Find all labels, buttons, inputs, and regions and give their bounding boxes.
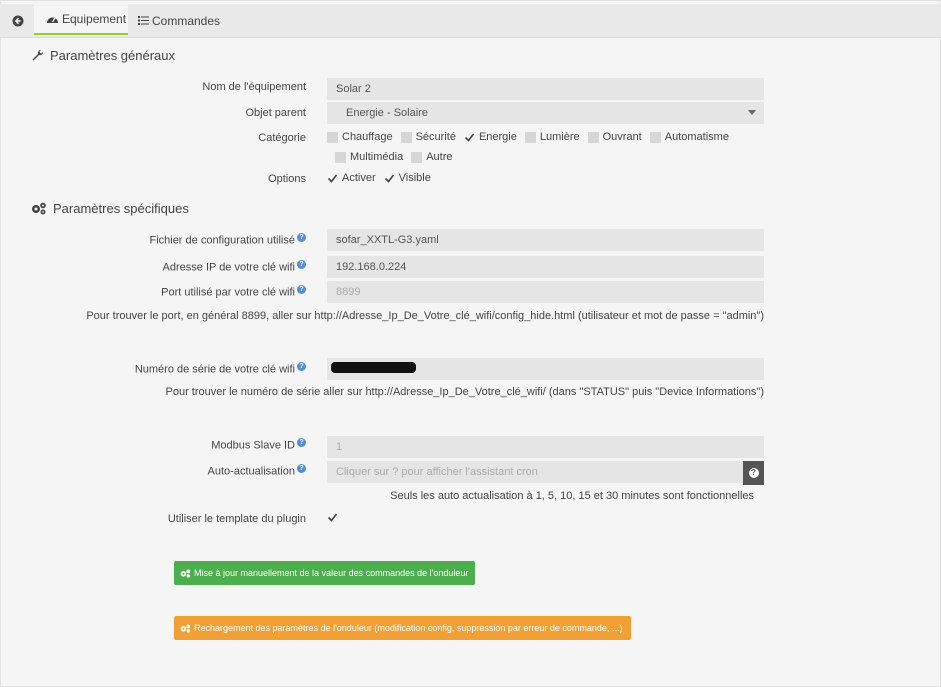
parent-select-value: Energie - Solaire <box>346 107 428 119</box>
question-icon[interactable]: ? <box>297 260 306 269</box>
category-label-chauffage: Chauffage <box>342 131 393 143</box>
checkmark-icon[interactable] <box>327 512 338 523</box>
question-icon[interactable]: ? <box>297 362 306 371</box>
category-label-energie: Energie <box>478 131 517 143</box>
checkmark-icon[interactable] <box>384 173 395 184</box>
question-icon[interactable]: ? <box>297 233 306 242</box>
name-field[interactable]: Solar 2 <box>327 78 764 100</box>
auto-note: Seuls les auto actualisation à 1, 5, 10,… <box>390 490 754 502</box>
category-label: Catégorie <box>258 132 306 144</box>
cron-help-button[interactable]: ? <box>743 461 764 485</box>
options-label: Options <box>268 173 306 185</box>
gears-icon <box>31 202 47 215</box>
question-circle-icon: ? <box>748 468 759 478</box>
category-chauffage[interactable]: Chauffage <box>327 131 393 143</box>
question-icon[interactable]: ? <box>297 285 306 294</box>
category-lumiere[interactable]: Lumière <box>524 131 580 143</box>
category-ouvrant[interactable]: Ouvrant <box>587 131 642 143</box>
category-energie[interactable]: Energie <box>464 131 517 143</box>
checkmark-icon[interactable] <box>327 173 338 184</box>
update-values-button[interactable]: Mise à jour manuellement de la valeur de… <box>174 561 475 585</box>
back-button[interactable] <box>5 4 31 37</box>
category-automatisme[interactable]: Automatisme <box>649 131 729 143</box>
port-label: Port utilisé par votre clé wifi? <box>161 285 306 299</box>
category-autre[interactable]: Autre <box>411 151 452 163</box>
general-title-text: Paramètres généraux <box>50 48 176 63</box>
update-button-label: Mise à jour manuellement de la valeur de… <box>194 568 469 578</box>
config-label: Fichier de configuration utilisé? <box>149 233 306 247</box>
specific-title-text: Paramètres spécifiques <box>53 201 189 216</box>
port-label-text: Port utilisé par votre clé wifi <box>161 286 295 299</box>
list-icon <box>138 16 149 25</box>
circle-arrow-left-icon <box>12 15 24 26</box>
config-field[interactable]: sofar_XXTL-G3.yaml <box>327 229 764 251</box>
category-row-2: Multimédia Autre <box>335 151 460 163</box>
option-activer[interactable]: Activer <box>327 172 376 184</box>
reload-params-button[interactable]: Rechargement des paramètres de l'onduleu… <box>174 616 631 640</box>
general-section-title: Paramètres généraux <box>31 48 175 63</box>
checkmark-icon[interactable] <box>464 132 475 143</box>
tachometer-icon <box>46 14 59 24</box>
tab-commandes[interactable]: Commandes <box>138 4 220 37</box>
port-note: Pour trouver le port, en général 8899, a… <box>86 310 764 322</box>
gears-icon <box>180 624 191 633</box>
question-icon[interactable]: ? <box>297 464 306 473</box>
options-row: Activer Visible <box>327 172 439 184</box>
modbus-field[interactable]: 1 <box>327 436 764 458</box>
checkbox[interactable] <box>335 151 346 163</box>
caret-down-icon <box>748 110 756 115</box>
serial-label: Numéro de série de votre clé wifi? <box>135 362 306 376</box>
category-label-lumiere: Lumière <box>539 131 580 143</box>
category-multimedia[interactable]: Multimédia <box>335 151 403 163</box>
checkbox[interactable] <box>411 151 423 163</box>
reload-button-label: Rechargement des paramètres de l'onduleu… <box>194 623 623 633</box>
tab-commandes-label: Commandes <box>152 13 221 28</box>
port-field[interactable]: 8899 <box>327 281 764 303</box>
modbus-label: Modbus Slave ID? <box>211 438 306 452</box>
config-label-text: Fichier de configuration utilisé <box>149 234 295 247</box>
parent-label: Objet parent <box>245 107 306 119</box>
template-label: Utiliser le template du plugin <box>167 513 306 525</box>
checkbox[interactable] <box>400 131 412 143</box>
tab-equipement[interactable]: Equipement <box>34 4 128 35</box>
category-label-multimedia: Multimédia <box>350 151 404 163</box>
option-label-activer: Activer <box>342 172 376 184</box>
gears-icon <box>180 569 191 578</box>
checkbox[interactable] <box>327 131 338 143</box>
modbus-label-text: Modbus Slave ID <box>211 439 295 452</box>
tab-bar: Equipement Commandes <box>0 4 941 38</box>
parent-select[interactable]: Energie - Solaire <box>327 102 764 124</box>
specific-section-title: Paramètres spécifiques <box>31 201 189 216</box>
option-visible[interactable]: Visible <box>384 172 431 184</box>
template-checkbox[interactable] <box>327 512 342 523</box>
ip-label: Adresse IP de votre clé wifi? <box>163 260 306 274</box>
redaction-mark <box>331 362 416 373</box>
checkbox[interactable] <box>649 131 661 143</box>
auto-field[interactable]: Cliquer sur ? pour afficher l'assistant … <box>327 461 743 483</box>
serial-note: Pour trouver le numéro de série aller su… <box>165 386 764 398</box>
checkbox[interactable] <box>524 131 536 143</box>
option-label-visible: Visible <box>398 172 431 184</box>
ip-field[interactable]: 192.168.0.224 <box>327 256 764 278</box>
category-label-ouvrant: Ouvrant <box>602 131 642 143</box>
auto-label: Auto-actualisation? <box>208 464 306 478</box>
tab-equipement-label: Equipement <box>62 11 127 26</box>
category-label-autre: Autre <box>426 151 453 163</box>
checkbox[interactable] <box>587 131 599 143</box>
wrench-icon <box>31 49 44 62</box>
category-label-securite: Sécurité <box>415 131 456 143</box>
ip-label-text: Adresse IP de votre clé wifi <box>162 261 295 274</box>
category-label-automatisme: Automatisme <box>664 131 729 143</box>
name-label: Nom de l'équipement <box>202 81 306 93</box>
question-icon[interactable]: ? <box>297 438 306 447</box>
serial-label-text: Numéro de série de votre clé wifi <box>134 363 295 376</box>
category-row-1: Chauffage Sécurité Energie Lumière Ouvra… <box>327 131 737 143</box>
category-securite[interactable]: Sécurité <box>400 131 456 143</box>
auto-label-text: Auto-actualisation <box>207 465 295 478</box>
